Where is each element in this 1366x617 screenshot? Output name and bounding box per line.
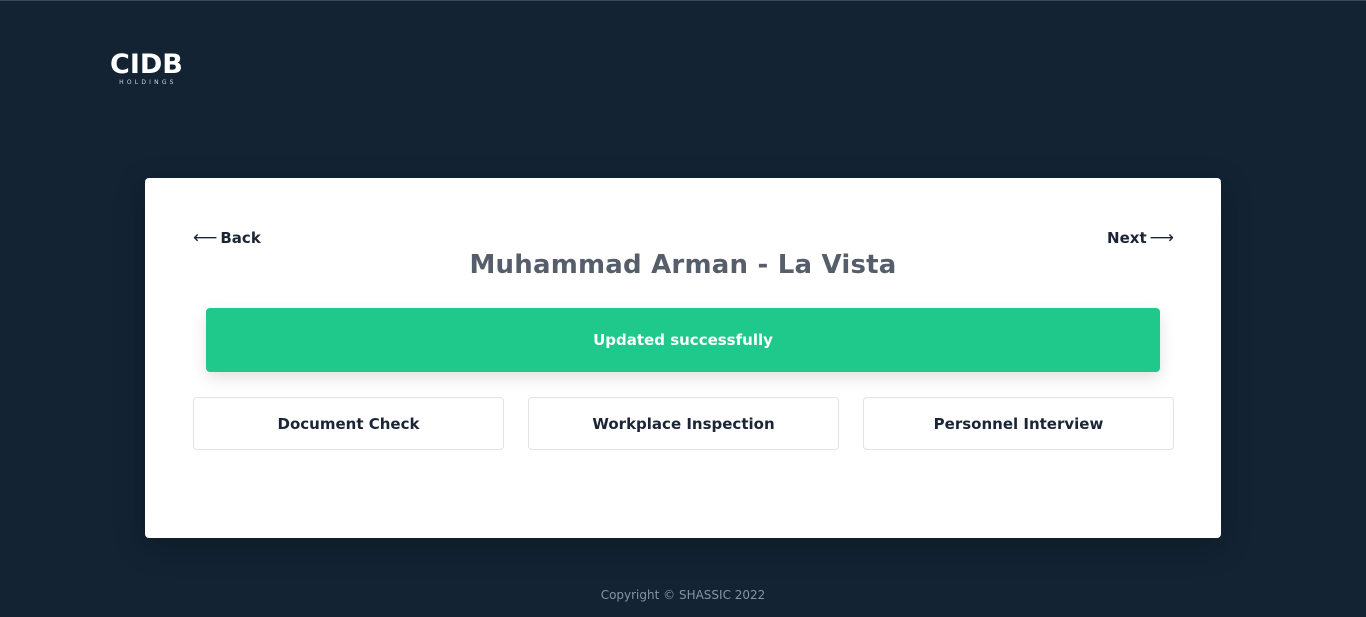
alert-message: Updated successfully	[593, 331, 773, 349]
logo-sub-text: HOLDINGS	[119, 79, 177, 86]
back-link[interactable]: ⟵ Back	[193, 228, 261, 248]
workplace-inspection-button[interactable]: Workplace Inspection	[528, 397, 839, 450]
main-card: ⟵ Back Next ⟶ Muhammad Arman - La Vista …	[145, 178, 1221, 538]
arrow-right-icon: ⟶	[1149, 228, 1174, 248]
option-buttons: Document Check Workplace Inspection Pers…	[193, 397, 1174, 450]
next-link[interactable]: Next ⟶	[1107, 228, 1174, 248]
success-alert: Updated successfully	[206, 308, 1160, 372]
back-label: Back	[220, 229, 261, 247]
logo-main-text: CIDB	[110, 49, 183, 80]
cidb-logo: CIDB HOLDINGS	[110, 51, 183, 86]
footer-copyright: Copyright © SHASSIC 2022	[600, 588, 766, 602]
page-title: Muhammad Arman - La Vista	[469, 250, 897, 280]
document-check-button[interactable]: Document Check	[193, 397, 504, 450]
personnel-interview-button[interactable]: Personnel Interview	[863, 397, 1174, 450]
next-label: Next	[1107, 229, 1147, 247]
arrow-left-icon: ⟵	[193, 228, 218, 248]
